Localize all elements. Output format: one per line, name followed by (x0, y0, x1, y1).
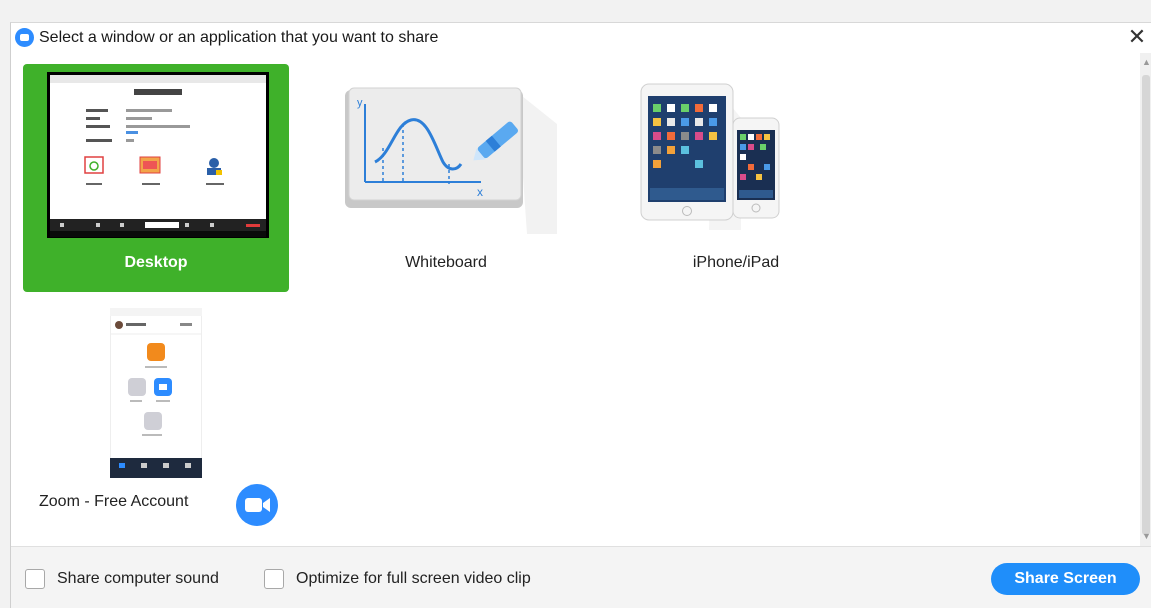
scroll-down-arrow-icon[interactable]: ▼ (1142, 531, 1151, 541)
optimize-video-checkbox[interactable]: Optimize for full screen video clip (264, 569, 531, 589)
dialog-title: Select a window or an application that y… (39, 29, 439, 46)
title-bar: Select a window or an application that y… (11, 23, 1151, 53)
share-sound-checkbox-box[interactable] (25, 569, 45, 589)
scroll-up-arrow-icon[interactable]: ▲ (1142, 57, 1151, 67)
tile-iphone-ipad[interactable]: iPhone/iPad (621, 64, 851, 292)
svg-text:y: y (357, 97, 363, 109)
top-strip (0, 0, 1151, 22)
optimize-video-checkbox-box[interactable] (264, 569, 284, 589)
zoom-camera-icon (236, 484, 278, 526)
zoom-logo-icon (15, 28, 34, 47)
desktop-preview-taskbar (50, 231, 266, 237)
svg-text:x: x (477, 185, 483, 199)
share-options-area: Desktop y x Whiteboard iPhone/iPad Zoom … (11, 53, 1139, 546)
desktop-preview-thumbnail (47, 72, 269, 238)
tile-label-whiteboard: Whiteboard (405, 254, 487, 271)
desktop-preview-toolbar (50, 219, 266, 231)
tile-desktop[interactable]: Desktop (23, 64, 289, 292)
desktop-preview-screen (50, 75, 266, 219)
tile-whiteboard[interactable]: y x Whiteboard (331, 64, 561, 292)
tile-label-zoom-app: Zoom - Free Account (39, 493, 189, 510)
vertical-scrollbar[interactable]: ▲ ▼ (1140, 53, 1151, 546)
share-screen-button[interactable]: Share Screen (991, 563, 1140, 595)
ios-devices-icon (640, 83, 780, 230)
scroll-thumb[interactable] (1142, 75, 1150, 535)
share-dialog: Select a window or an application that y… (10, 22, 1151, 608)
close-button[interactable]: ✕ (1124, 24, 1150, 50)
optimize-video-label: Optimize for full screen video clip (296, 570, 531, 587)
whiteboard-icon: y x (345, 87, 557, 234)
tile-label-desktop: Desktop (124, 254, 188, 271)
dialog-footer: Share computer sound Optimize for full s… (11, 546, 1151, 608)
zoom-camera-icon-graphic (245, 498, 270, 512)
zoom-app-window-preview (110, 308, 202, 478)
desktop-preview-graphic (50, 75, 266, 185)
tile-label-iphone-ipad: iPhone/iPad (692, 254, 780, 271)
share-sound-checkbox[interactable]: Share computer sound (25, 569, 219, 589)
share-sound-label: Share computer sound (57, 570, 219, 587)
tile-zoom-app-window[interactable]: Zoom - Free Account (39, 308, 289, 543)
